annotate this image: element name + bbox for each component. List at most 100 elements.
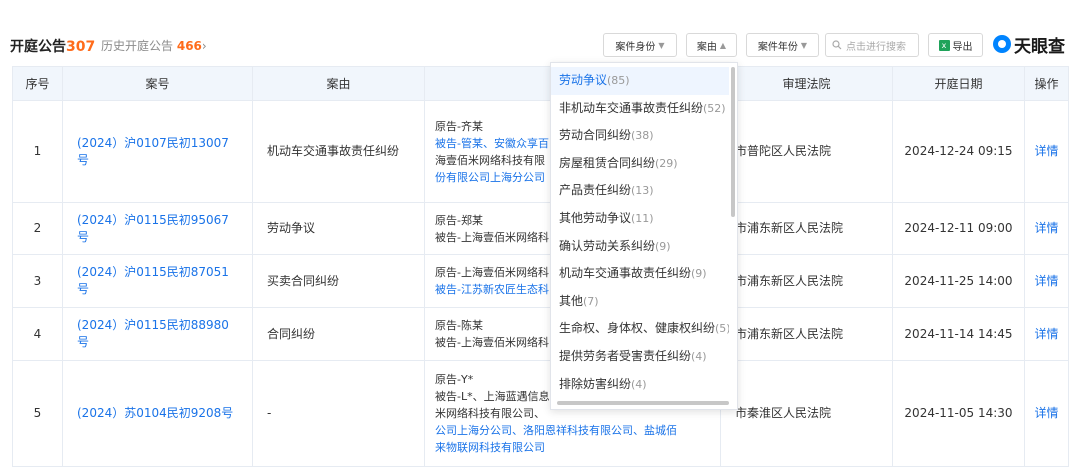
row-no: 3 xyxy=(12,254,63,308)
cause-filter-label: 案由 xyxy=(696,41,717,53)
court-name: 市普陀区人民法院 xyxy=(720,100,893,203)
tianyancha-logo-icon xyxy=(993,35,1011,53)
dropdown-item[interactable]: 其他劳动争议(11) xyxy=(551,205,729,233)
dropdown-item-count: (4) xyxy=(691,350,707,363)
detail-link[interactable]: 详情 xyxy=(1024,254,1069,308)
dropdown-item-count: (29) xyxy=(655,156,678,170)
detail-link[interactable]: 详情 xyxy=(1024,307,1069,361)
col-header-cause: 案由 xyxy=(252,66,425,101)
case-cause: 机动车交通事故责任纠纷 xyxy=(252,100,425,203)
brand-name: 天眼查 xyxy=(1014,36,1065,57)
dropdown-item[interactable]: 劳动合同纠纷(38) xyxy=(551,122,729,150)
cause-dropdown-menu[interactable]: 劳动争议(85) 非机动车交通事故责任纠纷(52) 劳动合同纠纷(38) 房屋租… xyxy=(550,62,738,410)
dropdown-item-count: (5) xyxy=(715,322,729,336)
hearing-date: 2024-12-24 09:15 xyxy=(892,100,1025,203)
table-row: 1 (2024）沪0107民初13007号 机动车交通事故责任纠纷 原告-齐某 … xyxy=(12,100,1069,203)
dropdown-item-label: 其他 xyxy=(559,293,584,308)
hearing-date: 2024-11-14 14:45 xyxy=(892,307,1025,361)
caret-down-icon: ▼ xyxy=(658,40,665,50)
col-header-case-no[interactable]: 案号 xyxy=(62,66,253,101)
col-header-date[interactable]: 开庭日期 xyxy=(892,66,1025,101)
dropdown-item-count: (9) xyxy=(655,239,671,253)
row-no: 2 xyxy=(12,202,63,255)
detail-link[interactable]: 详情 xyxy=(1024,202,1069,255)
case-cause: 劳动争议 xyxy=(252,202,425,255)
excel-icon: x xyxy=(938,39,950,51)
dropdown-item-count: (7) xyxy=(583,294,599,308)
table-row: 2 (2024）沪0115民初95067号 劳动争议 原告-郑某 被告-上海壹佰… xyxy=(12,202,1069,255)
dropdown-item[interactable]: 产品责任纠纷(13) xyxy=(551,177,729,205)
party-line-link[interactable]: 来物联网科技有限公司 xyxy=(435,439,710,456)
search-input[interactable]: 点击进行搜索 xyxy=(825,33,919,57)
year-filter-button[interactable]: 案件年份 ▼ xyxy=(746,33,819,57)
dropdown-item-count: (11) xyxy=(631,212,654,225)
detail-link[interactable]: 详情 xyxy=(1024,100,1069,203)
export-label: 导出 xyxy=(952,41,973,53)
history-link[interactable]: 历史开庭公告 466› xyxy=(101,37,207,54)
cause-filter-button[interactable]: 案由 ▲ xyxy=(686,33,737,57)
chevron-right-icon: › xyxy=(201,39,207,53)
dropdown-item-label: 劳动合同纠纷 xyxy=(559,128,632,143)
court-name: 市浦东新区人民法院 xyxy=(720,307,893,361)
dropdown-item-label: 劳动争议 xyxy=(559,73,608,87)
row-no: 4 xyxy=(12,307,63,361)
case-cause: 合同纠纷 xyxy=(252,307,425,361)
table-row: 4 (2024）沪0115民初88980号 合同纠纷 原告-陈某 被告-上海壹佰… xyxy=(12,307,1069,361)
case-number-link[interactable]: (2024）沪0115民初95067号 xyxy=(62,202,253,255)
identity-filter-button[interactable]: 案件身份 ▼ xyxy=(603,33,677,57)
dropdown-item-label: 非机动车交通事故责任纠纷 xyxy=(559,100,704,115)
dropdown-item-label: 机动车交通事故责任纠纷 xyxy=(559,266,692,281)
dropdown-item[interactable]: 生命权、身体权、健康权纠纷(5) xyxy=(551,315,729,343)
dropdown-item-count: (13) xyxy=(631,184,654,198)
col-header-action: 操作 xyxy=(1024,66,1069,101)
page-title: 开庭公告307 xyxy=(10,36,95,56)
brand-logo: 天眼查 xyxy=(993,33,1065,57)
table-row: 3 (2024）沪0115民初87051号 买卖合同纠纷 原告-上海壹佰米网络科… xyxy=(12,254,1069,308)
dropdown-item[interactable]: 其他(7) xyxy=(551,288,729,316)
dropdown-item[interactable]: 房屋租赁合同纠纷(29) xyxy=(551,150,729,178)
dropdown-item-count: (4) xyxy=(631,377,647,391)
title-count: 307 xyxy=(66,39,96,55)
identity-filter-label: 案件身份 xyxy=(615,41,656,53)
export-button[interactable]: x 导出 xyxy=(928,33,983,57)
dropdown-item[interactable]: 非机动车交通事故责任纠纷(52) xyxy=(551,95,729,123)
caret-down-icon: ▼ xyxy=(800,40,808,50)
dropdown-item-label: 确认劳动关系纠纷 xyxy=(559,238,656,253)
title-text: 开庭公告 xyxy=(10,39,66,55)
dropdown-item[interactable]: 确认劳动关系纠纷(9) xyxy=(551,233,729,261)
dropdown-vertical-scrollbar[interactable] xyxy=(731,67,735,217)
dropdown-item-label: 房屋租赁合同纠纷 xyxy=(559,155,656,170)
dropdown-item-label: 产品责任纠纷 xyxy=(559,183,632,198)
party-line-link[interactable]: 公司上海分公司、洛阳恩祥科技有限公司、盐城佰 xyxy=(435,422,710,439)
history-label: 历史开庭公告 xyxy=(101,39,174,53)
dropdown-horizontal-scrollbar[interactable] xyxy=(557,401,729,405)
dropdown-item-count: (85) xyxy=(607,74,630,87)
dropdown-item-label: 排除妨害纠纷 xyxy=(559,376,632,391)
dropdown-item[interactable]: 劳动争议(85) xyxy=(551,67,729,95)
dropdown-item-count: (38) xyxy=(631,129,654,143)
col-header-no: 序号 xyxy=(12,66,63,101)
case-number-link[interactable]: (2024）沪0107民初13007号 xyxy=(62,100,253,203)
history-count: 466 xyxy=(176,39,202,53)
search-placeholder: 点击进行搜索 xyxy=(846,41,906,53)
dropdown-item[interactable]: 提供劳务者受害责任纠纷(4) xyxy=(551,343,729,371)
dropdown-item-count: (9) xyxy=(691,267,707,281)
search-icon xyxy=(832,40,842,50)
court-name: 市浦东新区人民法院 xyxy=(720,254,893,308)
row-no: 1 xyxy=(12,100,63,203)
dropdown-item[interactable]: 排除妨害纠纷(4) xyxy=(551,371,729,399)
dropdown-item[interactable]: 机动车交通事故责任纠纷(9) xyxy=(551,260,729,288)
dropdown-item-count: (52) xyxy=(703,101,726,115)
case-number-link[interactable]: (2024）沪0115民初88980号 xyxy=(62,307,253,361)
dropdown-item-label: 提供劳务者受害责任纠纷 xyxy=(559,349,692,363)
case-number-link[interactable]: (2024）沪0115民初87051号 xyxy=(62,254,253,308)
hearing-date: 2024-11-25 14:00 xyxy=(892,254,1025,308)
hearing-table: 序号 案号 案由 案 审理法院 开庭日期 操作 1 (2024）沪0107民初1… xyxy=(12,66,1069,467)
caret-up-icon: ▲ xyxy=(719,40,727,50)
dropdown-item-label: 其他劳动争议 xyxy=(559,211,632,225)
header-bar: 开庭公告307 历史开庭公告 466› 案件身份 ▼ 案由 ▲ 案件年份 ▼ 点击进行… xyxy=(0,0,1080,66)
dropdown-item-label: 生命权、身体权、健康权纠纷 xyxy=(559,321,716,336)
hearing-date: 2024-12-11 09:00 xyxy=(892,202,1025,255)
col-header-court: 审理法院 xyxy=(720,66,893,101)
case-cause: 买卖合同纠纷 xyxy=(252,254,425,308)
